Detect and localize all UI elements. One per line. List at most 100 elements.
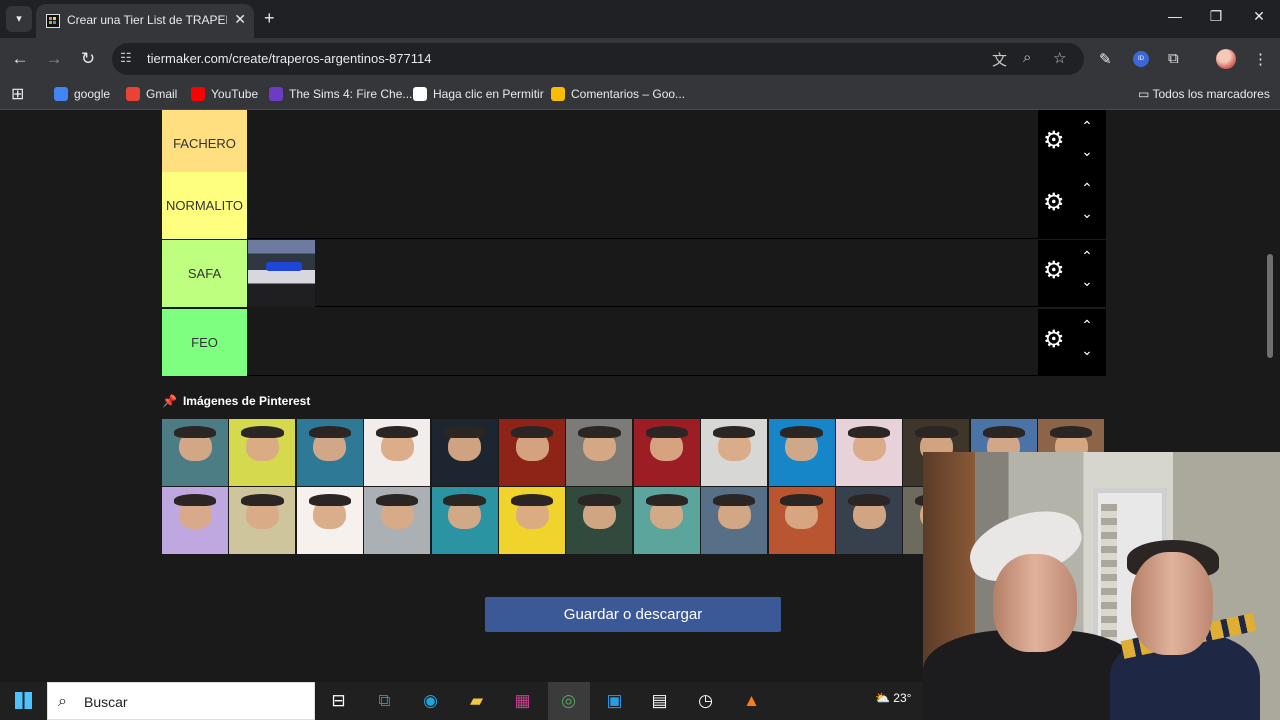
- bookmark-google[interactable]: google: [54, 87, 110, 101]
- tier-label[interactable]: FACHERO: [162, 110, 247, 177]
- tier-controls: ⚙ ⌃ ⌄: [1038, 110, 1106, 177]
- tiermaker-favicon-icon: [46, 14, 60, 28]
- site-info-icon[interactable]: ☷: [120, 50, 132, 66]
- gallery-image[interactable]: [566, 487, 634, 554]
- bookmark-sims[interactable]: The Sims 4: Fire Che...: [269, 87, 412, 101]
- antivirus-icon[interactable]: ▲: [739, 688, 764, 713]
- gallery-image[interactable]: [162, 419, 229, 486]
- translate-icon[interactable]: 文: [992, 49, 1007, 70]
- move-row-down-icon[interactable]: ⌄: [1078, 342, 1096, 359]
- gallery-image[interactable]: [431, 419, 499, 486]
- gallery-image[interactable]: [768, 487, 836, 554]
- move-row-up-icon[interactable]: ⌃: [1078, 317, 1096, 334]
- save-download-button[interactable]: Guardar o descargar: [485, 597, 781, 632]
- chrome-tab-strip: ▾ Crear una Tier List de TRAPERO ✕ + — ❐…: [0, 0, 1280, 38]
- ranked-image-item[interactable]: [248, 240, 315, 307]
- gallery-image[interactable]: [364, 487, 432, 554]
- gallery-image[interactable]: [768, 419, 836, 486]
- move-row-up-icon[interactable]: ⌃: [1078, 180, 1096, 197]
- google-icon: [54, 87, 68, 101]
- restore-window-button[interactable]: ❐: [1206, 8, 1226, 25]
- move-row-down-icon[interactable]: ⌄: [1078, 143, 1096, 160]
- browser-menu-icon[interactable]: ⋮: [1253, 50, 1268, 68]
- settings-gear-icon[interactable]: ⚙: [1043, 129, 1067, 153]
- gallery-image[interactable]: [566, 419, 634, 486]
- speedometer-icon[interactable]: ◷: [693, 688, 718, 713]
- notepad-icon[interactable]: ▤: [647, 688, 672, 713]
- weather-widget[interactable]: ⛅ 23°: [875, 691, 911, 705]
- gallery-image[interactable]: [229, 419, 297, 486]
- bookmark-star-icon[interactable]: ☆: [1053, 49, 1066, 67]
- bookmark-label: Haga clic en Permitir: [433, 87, 544, 101]
- gallery-image[interactable]: [499, 419, 566, 486]
- new-tab-icon[interactable]: +: [264, 8, 275, 29]
- tier-label[interactable]: SAFA: [162, 240, 247, 307]
- edge-icon[interactable]: ◉: [418, 688, 443, 713]
- webcam-overlay: [923, 452, 1280, 720]
- move-row-up-icon[interactable]: ⌃: [1078, 118, 1096, 135]
- move-row-down-icon[interactable]: ⌄: [1078, 273, 1096, 290]
- chrome-icon[interactable]: ◎: [556, 688, 581, 713]
- tier-label[interactable]: NORMALITO: [162, 172, 247, 239]
- reload-icon[interactable]: ↻: [78, 49, 98, 69]
- outlook-icon[interactable]: ⧉: [372, 688, 397, 713]
- gallery-image[interactable]: [296, 487, 364, 554]
- bookmark-comentarios[interactable]: Comentarios – Goo...: [551, 87, 685, 101]
- task-view-icon[interactable]: ⊟: [326, 688, 351, 713]
- tier-label[interactable]: FEO: [162, 309, 247, 376]
- minimize-window-button[interactable]: —: [1165, 8, 1185, 24]
- bookmark-label: The Sims 4: Fire Che...: [289, 87, 413, 101]
- tab-title: Crear una Tier List de TRAPERO: [67, 13, 227, 27]
- gallery-image[interactable]: [836, 419, 903, 486]
- all-bookmarks-button[interactable]: ▭ Todos los marcadores: [1138, 87, 1270, 101]
- move-row-down-icon[interactable]: ⌄: [1078, 205, 1096, 222]
- search-placeholder: Buscar: [84, 694, 128, 710]
- bookmarks-bar: ⊞ google Gmail YouTube The Sims 4: Fire …: [0, 80, 1280, 110]
- taskbar-search[interactable]: ⌕ Buscar: [47, 682, 315, 720]
- bookmark-gmail[interactable]: Gmail: [126, 87, 177, 101]
- winrar-icon[interactable]: ▦: [510, 688, 535, 713]
- page-scrollbar[interactable]: [1267, 254, 1273, 358]
- gallery-image[interactable]: [364, 419, 432, 486]
- close-tab-icon[interactable]: ✕: [234, 11, 246, 28]
- gallery-image[interactable]: [162, 487, 229, 554]
- person-left-head: [993, 554, 1077, 652]
- address-bar[interactable]: ☷ tiermaker.com/create/traperos-argentin…: [112, 43, 1084, 75]
- windows-start-icon[interactable]: [15, 692, 32, 709]
- settings-gear-icon[interactable]: ⚙: [1043, 328, 1067, 352]
- zoom-icon[interactable]: ⌕: [1023, 49, 1031, 66]
- tier-controls: ⚙ ⌃ ⌄: [1038, 240, 1106, 307]
- gallery-image[interactable]: [701, 487, 769, 554]
- close-window-button[interactable]: ✕: [1249, 8, 1269, 25]
- profile-avatar[interactable]: [1216, 49, 1236, 69]
- temperature-text: 23°: [893, 691, 912, 705]
- apps-grid-icon[interactable]: ⊞: [11, 84, 24, 104]
- gallery-image[interactable]: [499, 487, 566, 554]
- file-explorer-icon[interactable]: ▰: [464, 688, 489, 713]
- gallery-image[interactable]: [431, 487, 499, 554]
- back-icon[interactable]: ←: [10, 49, 30, 69]
- gallery-image[interactable]: [836, 487, 903, 554]
- bookmark-youtube[interactable]: YouTube: [191, 87, 258, 101]
- gallery-image[interactable]: [701, 419, 769, 486]
- weather-icon: ⛅: [875, 691, 890, 705]
- gallery-image[interactable]: [296, 419, 364, 486]
- gallery-image[interactable]: [229, 487, 297, 554]
- settings-gear-icon[interactable]: ⚙: [1043, 191, 1067, 215]
- pen-extension-icon[interactable]: ✎: [1099, 50, 1112, 68]
- gallery-image[interactable]: [633, 419, 701, 486]
- extensions-puzzle-icon[interactable]: ⧉: [1168, 50, 1179, 67]
- store-icon[interactable]: ▣: [602, 688, 627, 713]
- url-text[interactable]: tiermaker.com/create/traperos-argentinos…: [147, 51, 431, 66]
- forward-icon[interactable]: →: [44, 49, 64, 69]
- windows-taskbar: ⌕ Buscar ⊟ ⧉ ◉ ▰ ▦ ◎ ▣ ▤ ◷ ▲ ⛅ 23°: [0, 682, 923, 720]
- bookmark-permitir[interactable]: Haga clic en Permitir: [413, 87, 544, 101]
- move-row-up-icon[interactable]: ⌃: [1078, 248, 1096, 265]
- id-extension-icon[interactable]: ID: [1133, 51, 1149, 67]
- active-browser-tab[interactable]: Crear una Tier List de TRAPERO ✕: [36, 4, 254, 38]
- tier-row-fachero: FACHERO ⚙ ⌃ ⌄: [162, 110, 1106, 177]
- bookmark-label: google: [74, 87, 111, 101]
- tab-search-button[interactable]: ▾: [6, 6, 32, 32]
- gallery-image[interactable]: [633, 487, 701, 554]
- settings-gear-icon[interactable]: ⚙: [1043, 259, 1067, 283]
